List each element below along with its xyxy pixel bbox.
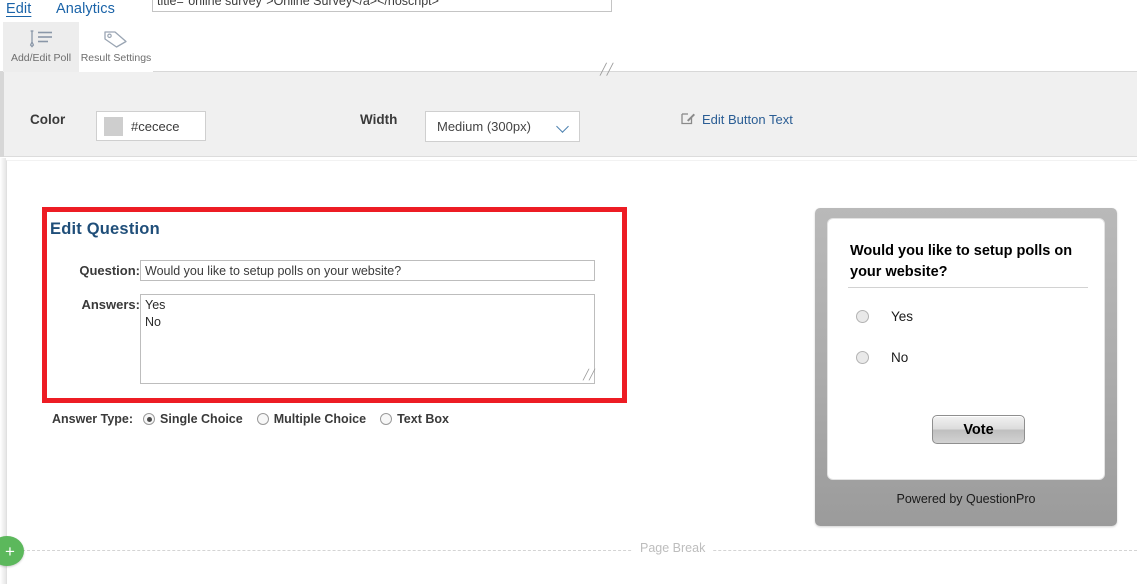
tab-edit[interactable]: Edit (6, 1, 31, 17)
edit-button-text-link[interactable]: Edit Button Text (681, 111, 793, 128)
poll-preview-option-label: Yes (891, 309, 914, 324)
answer-type-option-text-box[interactable]: Text Box (380, 412, 449, 426)
question-input[interactable] (140, 260, 595, 281)
vote-button[interactable]: Vote (932, 415, 1025, 444)
poll-preview-card: Would you like to setup polls on your we… (827, 218, 1105, 480)
poll-preview-option-yes[interactable]: Yes (856, 309, 913, 324)
answers-label: Answers: (81, 297, 140, 312)
tag-icon (102, 26, 130, 52)
answer-type-label: Answer Type: (52, 412, 134, 426)
width-select[interactable]: Medium (300px) (425, 111, 580, 142)
width-label: Width (360, 112, 398, 127)
embed-code-textarea[interactable] (152, 0, 612, 12)
width-select-value: Medium (300px) (437, 119, 531, 134)
poll-preview-footer: Powered by QuestionPro (896, 492, 1036, 506)
color-label: Color (30, 112, 66, 127)
answer-type-option-label: Multiple Choice (273, 412, 367, 426)
radio-icon[interactable] (256, 413, 269, 425)
page-break-label: Page Break (633, 541, 713, 555)
radio-icon[interactable] (856, 351, 869, 364)
answers-textarea[interactable] (140, 294, 595, 384)
radio-icon[interactable] (856, 310, 869, 323)
answer-type-option-label: Text Box (397, 412, 449, 426)
pen-list-icon (26, 26, 56, 52)
ribbon-toolbar: Add/Edit Poll Result Settings (0, 22, 1137, 72)
embed-code-resize-grip[interactable]: ╱╱ (600, 65, 613, 77)
color-swatch-icon (104, 116, 123, 136)
question-label: Question: (79, 263, 140, 278)
poll-preview-option-label: No (891, 350, 909, 365)
ribbon-button-add-edit-poll-label: Add/Edit Poll (10, 52, 72, 64)
ribbon-button-result-settings[interactable]: Result Settings (79, 22, 153, 72)
poll-preview-divider (848, 287, 1088, 288)
edit-button-text-label: Edit Button Text (702, 112, 793, 127)
color-picker-field[interactable]: #cecece (96, 111, 206, 141)
answer-type-option-single-choice[interactable]: Single Choice (143, 412, 243, 426)
app-root: Edit Analytics Add/Edit Poll Result Sett… (0, 0, 1137, 584)
answer-type-option-multiple-choice[interactable]: Multiple Choice (256, 412, 367, 426)
radio-icon[interactable] (143, 413, 156, 425)
poll-preview-question: Would you like to setup polls on your we… (850, 243, 1073, 280)
color-value: #cecece (131, 118, 180, 134)
tab-analytics[interactable]: Analytics (56, 1, 115, 17)
page-title: Edit Question (50, 220, 160, 238)
chevron-down-icon (557, 120, 570, 133)
answer-type-option-label: Single Choice (160, 412, 243, 426)
pencil-square-icon (681, 111, 696, 128)
band-left-edge (0, 72, 4, 157)
poll-preview-option-no[interactable]: No (856, 350, 908, 365)
radio-icon[interactable] (380, 413, 393, 425)
page-break-line (22, 550, 1137, 551)
poll-preview-widget: Would you like to setup polls on your we… (815, 208, 1117, 526)
plus-icon: + (5, 541, 15, 561)
ribbon-button-result-settings-label: Result Settings (80, 52, 152, 64)
ribbon-button-add-edit-poll[interactable]: Add/Edit Poll (3, 22, 79, 72)
answer-type-row: Answer Type: Single Choice Multiple Choi… (52, 412, 463, 426)
